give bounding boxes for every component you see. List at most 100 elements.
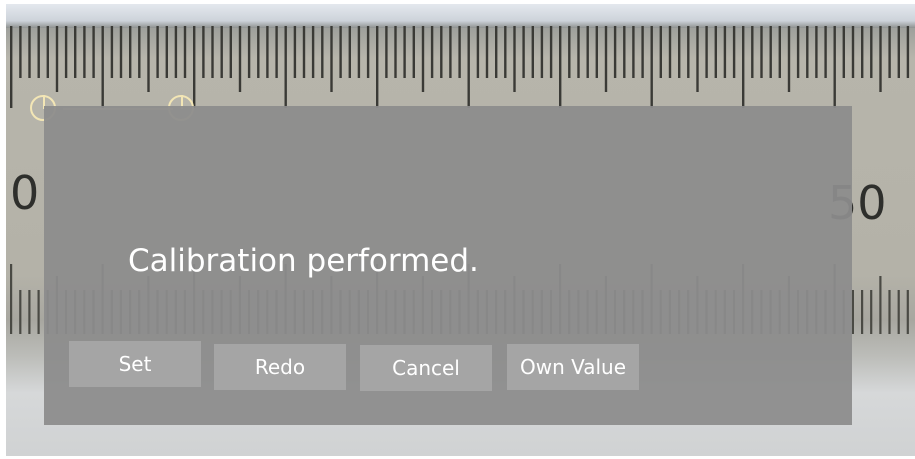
ruler-tick-top [879, 26, 882, 92]
ruler-tick-top [311, 26, 315, 78]
ruler-tick-top [440, 26, 443, 78]
ruler-tick-top [851, 26, 855, 78]
ruler-tick-top [430, 26, 434, 78]
dialog-message: Calibration performed. [128, 243, 479, 279]
ruler-tick-top [220, 26, 223, 78]
ruler-tick-top [229, 26, 232, 78]
ruler-tick-top [10, 26, 13, 108]
ruler-tick-top [64, 26, 68, 78]
ruler-tick-top [613, 26, 617, 78]
ruler-tick-top [650, 26, 653, 108]
ruler-tick-top [129, 26, 132, 78]
ruler-tick-top [138, 26, 141, 78]
ruler-tick-top [906, 26, 910, 78]
ruler-tick-top [842, 26, 845, 78]
ruler-tick-top [238, 26, 242, 92]
ruler-tick-top [723, 26, 727, 78]
ruler-tick-top [110, 26, 114, 78]
ruler-tick-top [92, 26, 95, 78]
ruler-tick-top [888, 26, 891, 78]
ruler-tick-top [815, 26, 818, 78]
ruler-tick-top [586, 26, 589, 78]
ruler-tick-top [668, 26, 672, 78]
ruler-tick-top [861, 26, 864, 78]
ruler-tick-bottom [870, 290, 873, 334]
ruler-tick-bottom [897, 290, 900, 334]
own-value-button[interactable]: Own Value [507, 344, 639, 390]
ruler-tick-top [257, 26, 260, 78]
ruler-tick-top [147, 26, 150, 92]
ruler-tick-top [705, 26, 708, 78]
ruler-tick-top [101, 26, 104, 108]
ruler-tick-top [485, 26, 489, 78]
ruler-tick-top [247, 26, 251, 78]
ruler-tick-top [806, 26, 809, 78]
ruler-tick-top [632, 26, 635, 78]
redo-button[interactable]: Redo [214, 344, 346, 390]
ruler-tick-top [522, 26, 525, 78]
ruler-tick-top [604, 26, 608, 92]
ruler-tick-top [531, 26, 534, 78]
ruler-tick-top [796, 26, 800, 78]
ruler-tick-top [394, 26, 397, 78]
ruler-tick-bottom [28, 290, 31, 334]
ruler-tick-top [421, 26, 425, 92]
ruler-tick-top [284, 26, 287, 108]
ruler-tick-top [787, 26, 791, 92]
ruler-tick-bottom [851, 290, 854, 334]
ruler-tick-top [760, 26, 763, 78]
ruler-tick-top [769, 26, 772, 78]
ruler-tick-bottom [906, 290, 909, 334]
ruler-tick-top [714, 26, 717, 78]
ruler-tick-top [357, 26, 361, 78]
ruler-tick-bottom [19, 290, 22, 334]
ruler-tick-bottom [888, 290, 891, 334]
ruler-tick-top [74, 26, 77, 78]
ruler-tick-top [403, 26, 406, 78]
ruler-label-zero: 0 [10, 166, 40, 220]
ruler-tick-top [504, 26, 507, 78]
ruler-tick-top [275, 26, 278, 78]
ruler-tick-top [696, 26, 699, 92]
ruler-tick-top [870, 26, 873, 78]
ruler-tick-top [202, 26, 205, 78]
ruler-tick-top [458, 26, 461, 78]
ruler-tick-top [559, 26, 562, 108]
ruler-tick-top [476, 26, 480, 78]
ruler-tick-top [513, 26, 516, 92]
ruler-tick-top [449, 26, 452, 78]
ruler-tick-bottom [37, 290, 40, 334]
ruler-tick-top [732, 26, 736, 78]
ruler-tick-top [174, 26, 178, 78]
ruler-tick-top [302, 26, 306, 78]
ruler-tick-top [549, 26, 553, 78]
ruler-tick-top [330, 26, 333, 92]
ruler-tick-top [778, 26, 781, 78]
ruler-tick-top [495, 26, 498, 78]
ruler-tick-top [412, 26, 415, 78]
ruler-tick-top [28, 26, 31, 78]
ruler-tick-bottom [879, 276, 882, 334]
ruler-tick-top [678, 26, 681, 78]
ruler-tick-top [742, 26, 745, 108]
ruler-tick-top [659, 26, 662, 78]
cancel-button[interactable]: Cancel [360, 345, 492, 391]
ruler-tick-top [751, 26, 754, 78]
ruler-tick-top [46, 26, 49, 78]
ruler-tick-top [467, 26, 470, 108]
ruler-tick-top [266, 26, 269, 78]
ruler-tick-top [55, 26, 59, 92]
ruler-tick-top [385, 26, 388, 78]
ruler-tick-top [623, 26, 626, 78]
ruler-tick-top [577, 26, 580, 78]
ruler-tick-top [348, 26, 351, 78]
ruler-tick-top [83, 26, 86, 78]
ruler-tick-top [293, 26, 297, 78]
calibration-dialog: Calibration performed. Set Redo Cancel O… [44, 106, 852, 425]
ruler-tick-top [824, 26, 827, 78]
ruler-tick-top [833, 26, 836, 108]
ruler-tick-top [641, 26, 644, 78]
ruler-tick-top [568, 26, 571, 78]
ruler-tick-top [321, 26, 324, 78]
set-button[interactable]: Set [69, 341, 201, 387]
